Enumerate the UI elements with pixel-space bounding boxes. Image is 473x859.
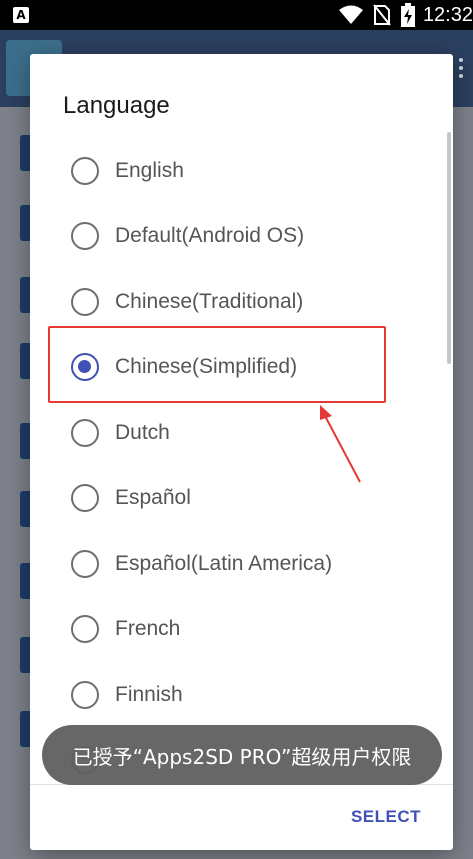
dialog-title: Language (63, 92, 170, 119)
radio-button[interactable] (71, 156, 99, 185)
language-option-label: Finnish (115, 682, 183, 706)
language-option-label: English (115, 158, 184, 182)
language-option-label: Dutch (115, 420, 170, 444)
notification-app-icon: A (13, 7, 29, 23)
radio-button[interactable] (71, 418, 99, 447)
language-option-label: Default(Android OS) (115, 223, 305, 247)
scrollbar[interactable] (447, 132, 451, 364)
status-bar: A 12:32 (0, 0, 473, 30)
radio-button[interactable] (71, 483, 99, 512)
radio-button[interactable] (71, 680, 99, 709)
language-option-label: Chinese(Traditional) (115, 289, 304, 313)
language-option[interactable]: Español (30, 465, 453, 530)
status-time: 12:32 (422, 3, 473, 26)
language-option[interactable]: Español(Latin America) (30, 531, 453, 596)
language-option[interactable]: Chinese(Traditional) (30, 269, 453, 334)
language-option-label: Español(Latin America) (115, 551, 333, 575)
language-option[interactable]: Finnish (30, 662, 453, 727)
language-option-label: French (115, 616, 181, 640)
language-option[interactable]: English (30, 138, 453, 203)
toast-message: 已授予“Apps2SD PRO”超级用户权限 (42, 725, 442, 785)
select-button[interactable]: SELECT (351, 807, 421, 827)
language-list[interactable]: English Default(Android OS) Chinese(Trad… (30, 138, 453, 784)
overflow-menu-icon[interactable] (459, 58, 463, 78)
radio-button[interactable] (71, 614, 99, 643)
radio-button[interactable] (71, 287, 99, 316)
language-option[interactable]: French (30, 596, 453, 661)
annotation-arrow-icon (320, 405, 361, 483)
language-option-label: Español (115, 485, 191, 509)
highlight-box (48, 326, 386, 403)
radio-button[interactable] (71, 549, 99, 578)
radio-button[interactable] (71, 221, 99, 250)
no-sim-icon (373, 4, 391, 26)
language-option[interactable]: Default(Android OS) (30, 203, 453, 268)
battery-charging-icon (400, 3, 415, 27)
wifi-icon (338, 5, 363, 25)
language-option[interactable]: Dutch (30, 400, 453, 465)
